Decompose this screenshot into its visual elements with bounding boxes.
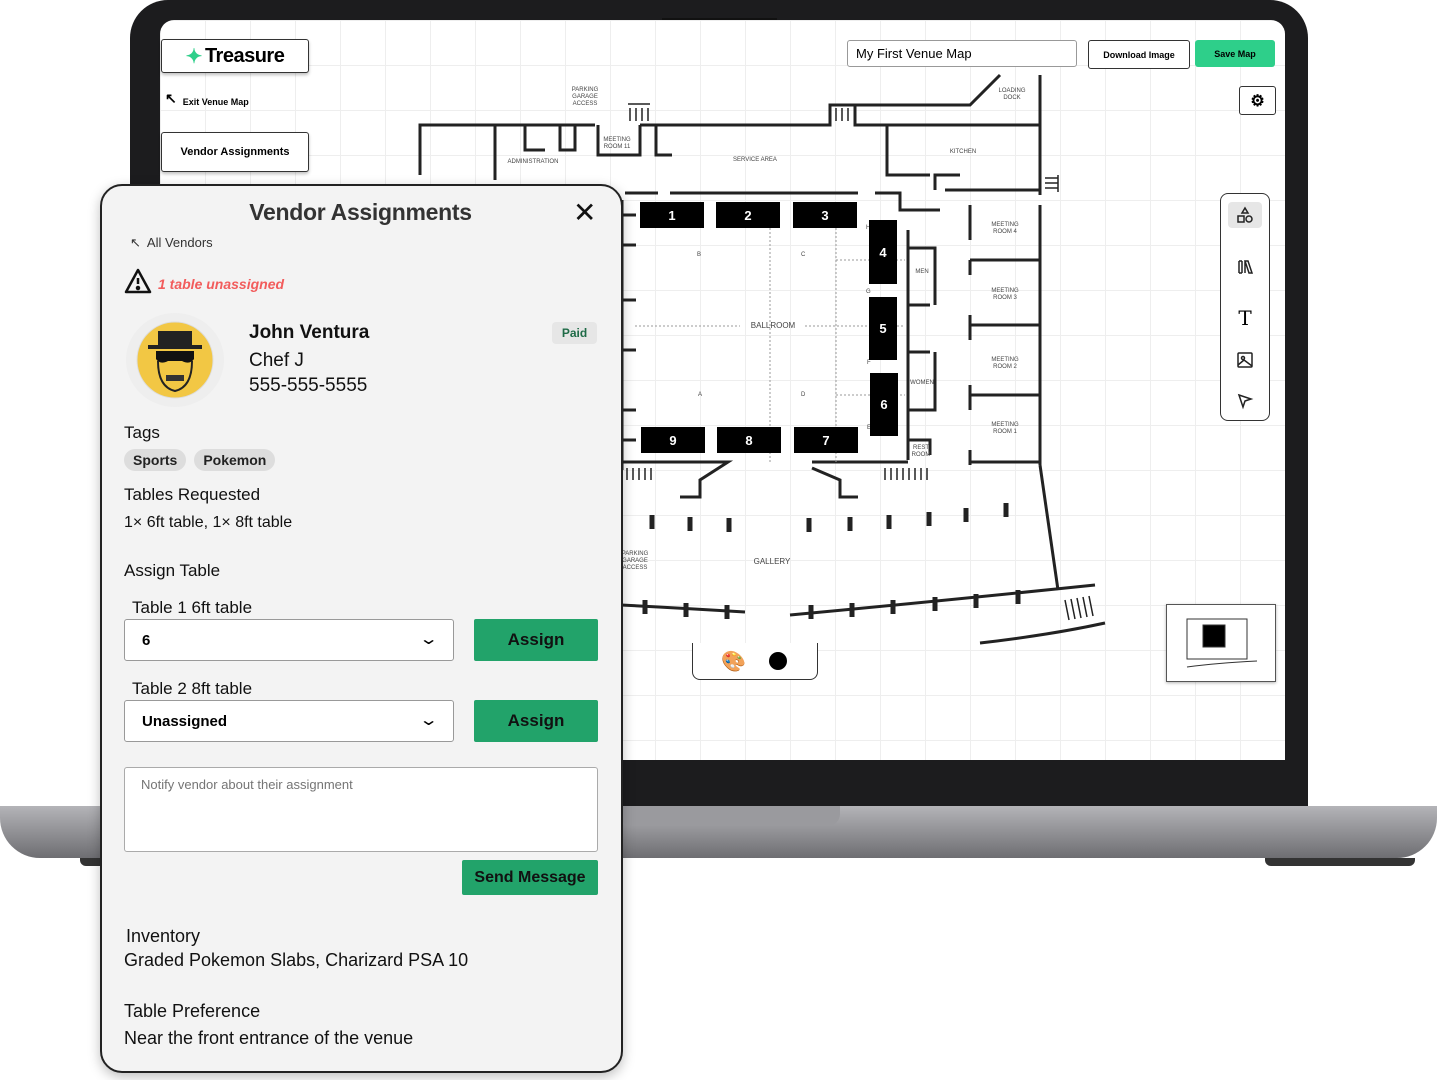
- arrow-up-left-icon: ↖: [130, 235, 141, 250]
- label-meeting-room-1: MEETING ROOM 1: [991, 422, 1019, 435]
- tags-list: Sports Pokemon: [124, 449, 276, 471]
- library-icon[interactable]: [1232, 254, 1258, 280]
- send-message-button[interactable]: Send Message: [462, 860, 598, 895]
- zone-label: A: [698, 392, 703, 398]
- color-dot-icon[interactable]: [769, 652, 787, 670]
- notify-vendor-textarea[interactable]: [124, 767, 598, 852]
- label-parking-garage-bottom: PARKING GARAGE ACCESS: [621, 551, 649, 571]
- label-meeting-room-11: MEETING ROOM 11: [603, 137, 631, 150]
- image-icon[interactable]: [1232, 347, 1258, 373]
- vendor-business: Chef J: [249, 350, 304, 371]
- table-1[interactable]: 1: [640, 202, 704, 228]
- assign-table-1-button[interactable]: Assign: [474, 619, 598, 661]
- shapes-icon[interactable]: [1228, 202, 1262, 228]
- label-women: WOMEN: [910, 380, 934, 386]
- minimap[interactable]: [1166, 604, 1276, 682]
- table-2-select[interactable]: Unassigned ⌄: [124, 700, 454, 742]
- table-2[interactable]: 2: [716, 202, 780, 228]
- unassigned-warning: 1 table unassigned: [158, 276, 285, 292]
- vendor-name: John Ventura: [249, 322, 370, 343]
- label-men: MEN: [915, 269, 929, 275]
- label-loading-dock: LOADING DOCK: [998, 88, 1026, 101]
- zone-label: D: [801, 392, 806, 398]
- status-badge: Paid: [552, 322, 597, 344]
- label-ballroom: BALLROOM: [750, 321, 796, 330]
- table-2-label: Table 2 8ft table: [132, 679, 253, 698]
- pointer-icon[interactable]: [1232, 388, 1258, 414]
- inventory-value: Graded Pokemon Slabs, Charizard PSA 10: [124, 950, 469, 970]
- warning-icon: [124, 268, 152, 299]
- assign-table-2-button[interactable]: Assign: [474, 700, 598, 742]
- tables-requested-label: Tables Requested: [124, 485, 261, 504]
- all-vendors-link[interactable]: ↖ All Vendors: [130, 235, 213, 251]
- table-1-label: Table 1 6ft table: [132, 598, 253, 617]
- close-icon[interactable]: ✕: [573, 196, 596, 229]
- label-kitchen: KITCHEN: [949, 149, 977, 155]
- label-rest-room: REST ROOM: [911, 445, 931, 458]
- tag: Pokemon: [194, 449, 276, 471]
- assign-table-label: Assign Table: [124, 561, 221, 580]
- chevron-down-icon: ⌄: [418, 631, 439, 648]
- label-service-area: SERVICE AREA: [733, 157, 777, 163]
- chevron-down-icon: ⌄: [418, 712, 439, 729]
- table-9[interactable]: 9: [641, 427, 705, 453]
- tables-requested-value: 1× 6ft table, 1× 8ft table: [124, 514, 293, 531]
- table-preference-value: Near the front entrance of the venue: [124, 1028, 414, 1048]
- zone-label: G: [866, 289, 871, 295]
- vendor-phone: 555-555-5555: [249, 375, 368, 396]
- label-gallery: GALLERY: [753, 557, 791, 566]
- table-1-select[interactable]: 6 ⌄: [124, 619, 454, 661]
- color-toolbar: [692, 643, 818, 680]
- table-6[interactable]: 6: [870, 373, 898, 436]
- avatar: [126, 313, 224, 407]
- label-meeting-room-4: MEETING ROOM 4: [991, 222, 1019, 235]
- label-meeting-room-3: MEETING ROOM 3: [991, 288, 1019, 301]
- label-administration: ADMINISTRATION: [507, 159, 559, 165]
- text-icon[interactable]: T: [1232, 305, 1258, 331]
- table-7[interactable]: 7: [794, 427, 858, 453]
- tag: Sports: [124, 449, 187, 471]
- table-5[interactable]: 5: [869, 297, 897, 360]
- panel-title: Vendor Assignments: [249, 199, 472, 225]
- tags-label: Tags: [124, 423, 160, 442]
- label-parking-garage: PARKING GARAGE ACCESS: [571, 87, 599, 107]
- table-4[interactable]: 4: [869, 220, 897, 284]
- zone-label: B: [697, 252, 702, 258]
- inventory-label: Inventory: [126, 926, 201, 946]
- table-8[interactable]: 8: [717, 427, 781, 453]
- table-preference-label: Table Preference: [124, 1001, 261, 1021]
- table-3[interactable]: 3: [793, 202, 857, 228]
- zone-label: C: [801, 252, 806, 258]
- label-meeting-room-2: MEETING ROOM 2: [991, 357, 1019, 370]
- zone-label: F: [867, 360, 871, 366]
- palette-icon[interactable]: 🎨: [721, 649, 746, 674]
